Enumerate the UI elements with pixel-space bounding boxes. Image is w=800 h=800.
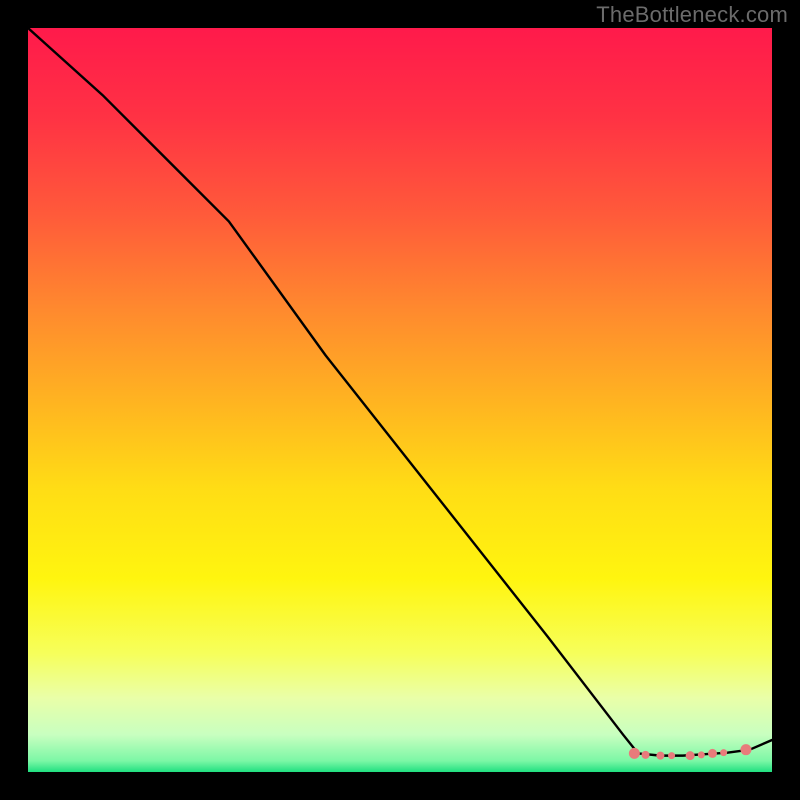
flat-region-dot-7: [708, 749, 717, 758]
flat-region-dot-3: [656, 752, 664, 760]
flat-region-dot-6: [698, 751, 705, 758]
flat-region-dot-5: [686, 751, 695, 760]
flat-region-dot-4: [668, 752, 675, 759]
flat-region-dot-2: [642, 751, 650, 759]
watermark-label: TheBottleneck.com: [596, 2, 788, 28]
plot-area: [28, 28, 772, 772]
gradient-background: [28, 28, 772, 772]
chart-frame: TheBottleneck.com: [0, 0, 800, 800]
chart-svg: [28, 28, 772, 772]
flat-region-dot-8: [720, 749, 727, 756]
flat-region-dot-9: [740, 744, 751, 755]
flat-region-dot-1: [629, 748, 640, 759]
